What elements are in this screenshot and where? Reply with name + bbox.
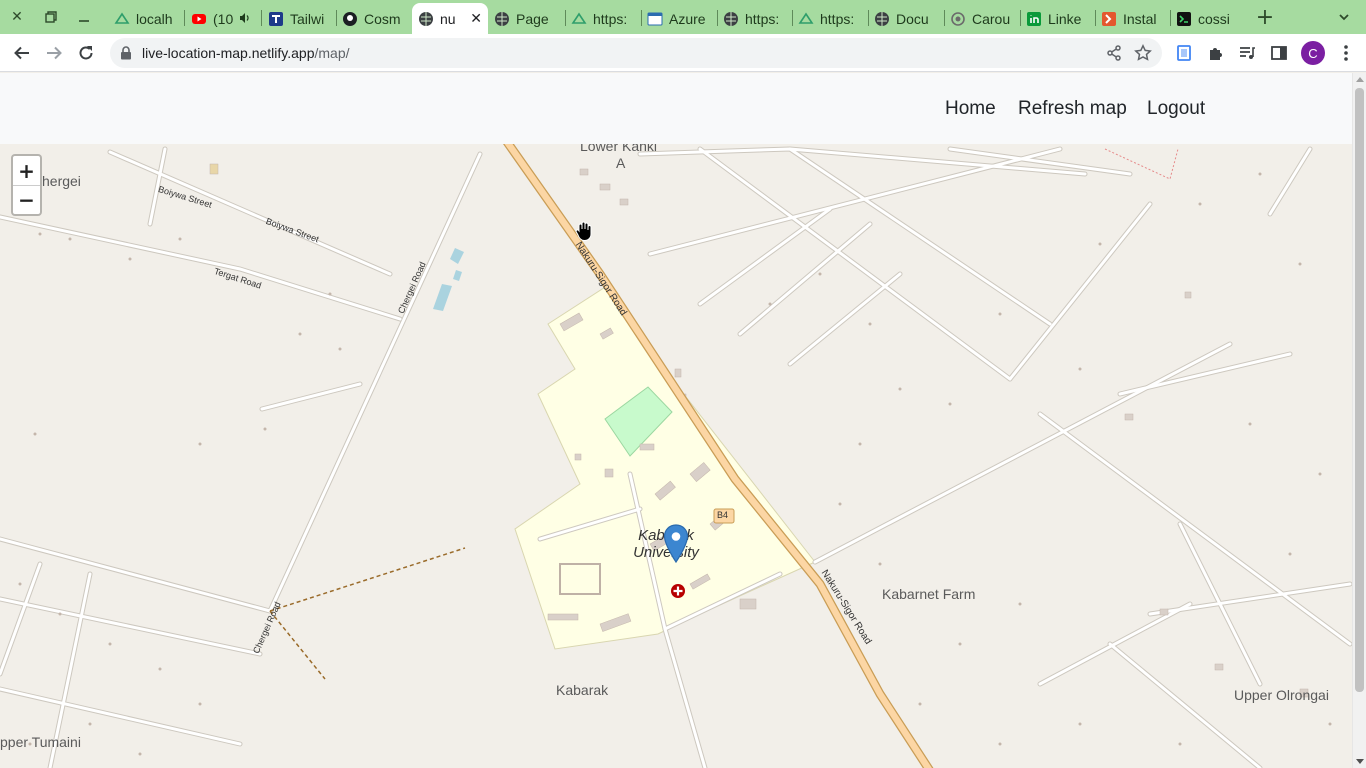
globe-icon [723,11,739,27]
install-icon [1101,11,1117,27]
water-body [433,284,452,311]
browser-tab[interactable]: Docu [868,3,944,34]
nav-refresh-map-link[interactable]: Refresh map [1018,98,1127,120]
place-label: Kabarnet Farm [882,586,976,602]
profile-avatar[interactable]: C [1301,41,1325,65]
water-body [453,270,462,281]
url-text[interactable]: live-location-map.netlify.app/map/ [142,45,350,61]
tab-title: Carou [972,10,1011,27]
openai-icon [950,11,966,27]
address-bar[interactable]: live-location-map.netlify.app/map/ [110,38,1162,68]
tab-title: nu [440,10,456,27]
browser-tab[interactable]: Carou [944,3,1020,34]
scroll-down-arrow-icon[interactable] [1356,759,1364,764]
page-content: Home Refresh map Logout Lower Kanki A he… [0,73,1352,768]
terminal-icon [1176,11,1192,27]
tab-title: Azure [669,10,706,27]
browser-tab[interactable]: Tailwi [262,3,336,34]
place-label: Upper Olrongai [1234,687,1329,703]
tab-title: Instal [1123,10,1157,27]
tailwind-icon [268,11,284,27]
browser-tab-strip: ✕ localh (10 Tailwi Cosm nu ✕ Page https: Azure h… [0,0,1366,34]
tab-audio-icon[interactable] [239,11,251,27]
youtube-icon [191,11,207,27]
browser-tab[interactable]: (10 [185,3,261,34]
tab-search-chevron-icon[interactable] [1333,6,1355,28]
browser-tab-active[interactable]: nu ✕ [412,3,488,34]
browser-tab[interactable]: Cosm [336,3,412,34]
netlify-icon [571,11,587,27]
tab-title: Cosm [364,10,401,27]
place-label: Lower Kanki [580,144,658,154]
place-label: A [616,155,626,171]
grab-cursor-icon [574,220,596,242]
nav-home-link[interactable]: Home [945,98,996,120]
window-close-icon[interactable]: ✕ [6,6,28,28]
browser-tab[interactable]: Linke [1020,3,1095,34]
place-label: Kabarak [556,682,609,698]
map-container[interactable]: Lower Kanki A hergei Boiywa Street Boiyw… [0,144,1352,768]
browser-toolbar: live-location-map.netlify.app/map/ C [0,34,1366,72]
linkedin-icon [1026,11,1042,27]
track-path [269,547,466,680]
tab-title: https: [820,10,855,27]
page-scrollbar[interactable] [1352,73,1366,768]
tab-title: https: [745,10,780,27]
browser-tab[interactable]: https: [565,3,641,34]
zoom-control: + − [11,154,42,216]
tab-title: Linke [1048,10,1082,27]
globe-icon [418,11,434,27]
tab-close-icon[interactable]: ✕ [466,11,482,27]
window-minimize-icon[interactable] [73,6,95,28]
place-label: pper Tumaini [0,734,81,750]
globe-icon [494,11,510,27]
top-navbar: Home Refresh map Logout [0,73,1352,144]
share-icon[interactable] [1106,45,1122,66]
media-control-icon[interactable] [1233,39,1261,67]
location-marker-icon[interactable] [663,524,689,564]
kebab-menu-icon[interactable] [1332,39,1360,67]
side-panel-icon[interactable] [1265,39,1293,67]
scroll-up-arrow-icon[interactable] [1356,77,1364,82]
zoom-in-button[interactable]: + [13,156,40,185]
netlify-icon [798,11,814,27]
forward-arrow-icon[interactable] [40,39,68,67]
browser-tab[interactable]: https: [792,3,868,34]
back-arrow-icon[interactable] [8,39,36,67]
tab-title: https: [593,10,628,27]
browser-tab[interactable]: cossi [1170,3,1244,34]
scrollbar-thumb[interactable] [1355,88,1364,692]
lock-icon[interactable] [120,46,132,65]
nav-logout-link[interactable]: Logout [1147,98,1205,120]
reload-icon[interactable] [72,39,100,67]
extension-blue-icon[interactable] [1170,39,1198,67]
azure-icon [647,11,663,27]
netlify-icon [114,11,130,27]
zoom-out-button[interactable]: − [13,185,40,214]
browser-tab[interactable]: https: [717,3,792,34]
github-icon [342,11,358,27]
browser-tab[interactable]: Azure [641,3,717,34]
bookmark-star-icon[interactable] [1134,44,1152,67]
browser-tab[interactable]: localh [108,3,184,34]
new-tab-icon[interactable]: + [1254,5,1276,30]
road-ref-label: B4 [717,510,729,520]
window-restore-icon[interactable] [40,6,62,28]
tab-title: (10 [213,10,234,27]
tab-title: localh [136,10,173,27]
tab-title: Docu [896,10,929,27]
tab-title: Page [516,10,549,27]
tab-title: Tailwi [290,10,325,27]
place-label: hergei [42,173,81,189]
tab-title: cossi [1198,10,1230,27]
water-body [450,248,464,264]
browser-tab[interactable]: Page [488,3,565,34]
map-tiles[interactable] [0,144,1352,768]
globe-icon [874,11,890,27]
browser-tab[interactable]: Instal [1095,3,1170,34]
extensions-puzzle-icon[interactable] [1202,39,1230,67]
